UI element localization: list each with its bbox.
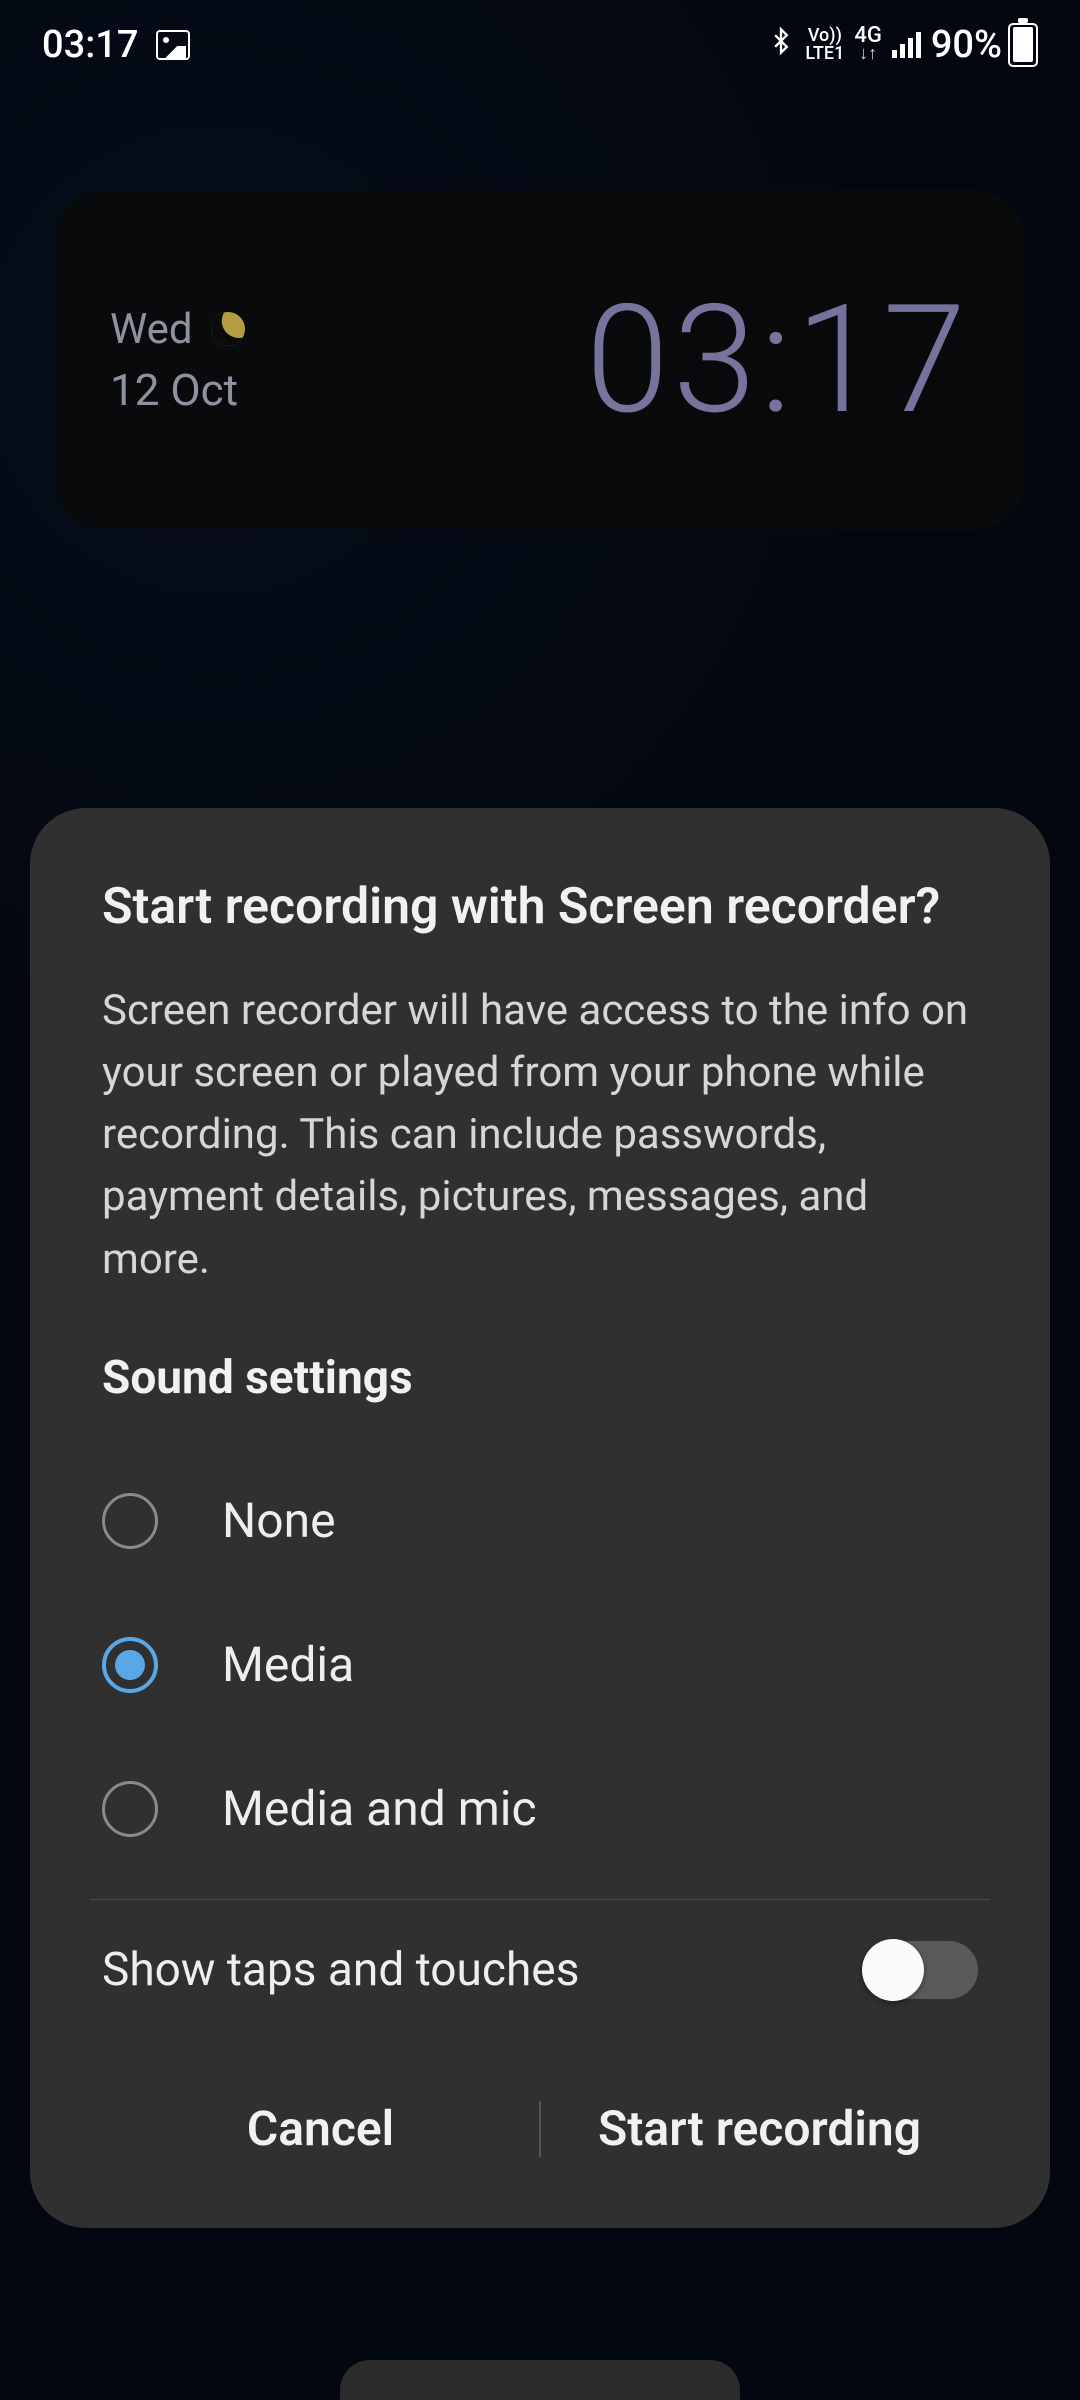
radio-icon	[102, 1493, 158, 1549]
battery-percent: 90%	[931, 23, 1002, 67]
clock-day: Wed	[110, 305, 193, 354]
show-taps-row[interactable]: Show taps and touches	[102, 1900, 978, 2040]
sound-options-list: None Media Media and mic	[102, 1449, 978, 1881]
status-time: 03:17	[42, 23, 138, 67]
sound-option-media[interactable]: Media	[102, 1593, 978, 1737]
radio-label: Media and mic	[222, 1780, 537, 1837]
bluetooth-icon	[767, 23, 795, 67]
volte-icon: Vo)) LTE1	[805, 27, 844, 63]
battery-icon	[1008, 23, 1038, 67]
moon-icon	[208, 309, 247, 348]
dialog-title: Start recording with Screen recorder?	[102, 878, 978, 936]
radio-icon	[102, 1637, 158, 1693]
start-recording-button[interactable]: Start recording	[541, 2100, 978, 2157]
clock-time: 03:17	[586, 272, 970, 448]
dialog-description: Screen recorder will have access to the …	[102, 980, 978, 1291]
dialog-buttons: Cancel Start recording	[102, 2074, 978, 2184]
status-bar: 03:17 Vo)) LTE1 4G ↓↑ 90%	[0, 0, 1080, 90]
cancel-button[interactable]: Cancel	[102, 2100, 539, 2157]
screenshot-icon	[156, 30, 190, 60]
show-taps-toggle[interactable]	[864, 1941, 978, 1999]
clock-date: 12 Oct	[110, 364, 245, 416]
app-drawer-hint[interactable]	[340, 2360, 740, 2400]
screen-recorder-dialog: Start recording with Screen recorder? Sc…	[30, 808, 1050, 2228]
radio-label: None	[222, 1492, 336, 1549]
sound-settings-heading: Sound settings	[102, 1351, 978, 1405]
clock-widget[interactable]: Wed 12 Oct 03:17	[55, 190, 1025, 530]
mobile-data-icon: 4G ↓↑	[854, 27, 882, 63]
radio-icon	[102, 1781, 158, 1837]
sound-option-media-and-mic[interactable]: Media and mic	[102, 1737, 978, 1881]
sound-option-none[interactable]: None	[102, 1449, 978, 1593]
radio-label: Media	[222, 1636, 354, 1693]
toggle-label: Show taps and touches	[102, 1943, 579, 1997]
signal-icon	[892, 32, 921, 58]
